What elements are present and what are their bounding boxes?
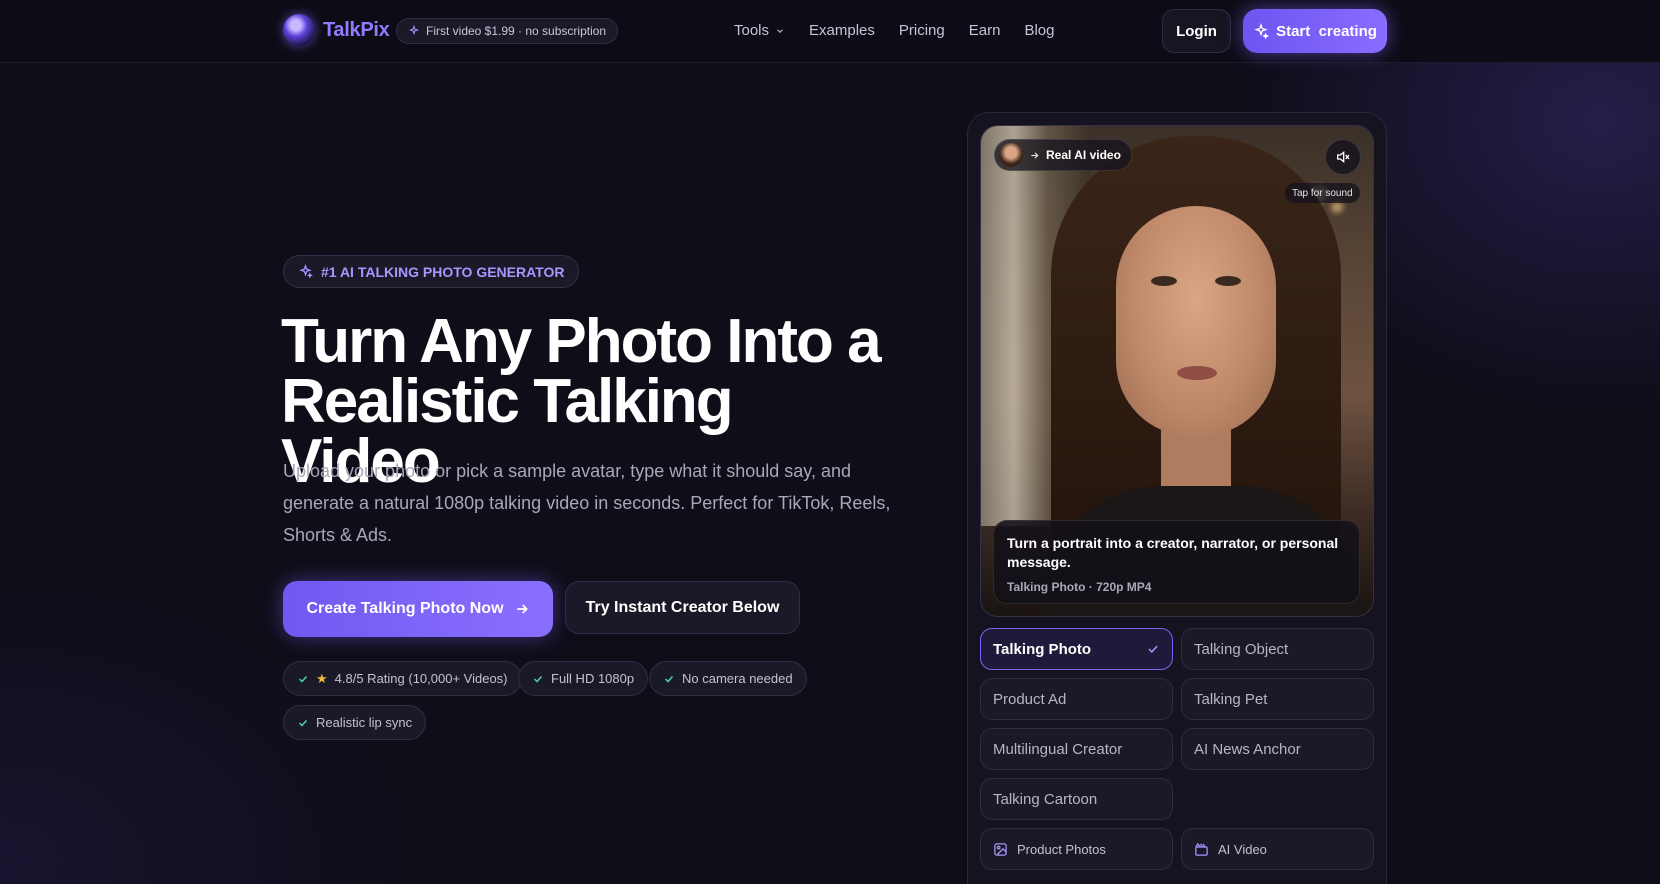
real-ai-video-text: Real AI video [1046, 148, 1121, 162]
product-photos-link[interactable]: Product Photos [980, 828, 1173, 870]
top-nav: TalkPix First video $1.99 · no subscript… [0, 0, 1660, 63]
sparkle-icon [1254, 23, 1270, 39]
option-label: Talking Photo [993, 640, 1092, 658]
video-portrait-face [1116, 206, 1276, 436]
option-multilingual-creator[interactable]: Multilingual Creator [980, 728, 1173, 770]
sparkle-icon [299, 264, 313, 279]
hero-badge-text: #1 AI TALKING PHOTO GENERATOR [321, 263, 565, 280]
option-product-ad[interactable]: Product Ad [980, 678, 1173, 720]
star-icon: ★ [316, 670, 328, 686]
real-ai-video-pill: Real AI video [994, 139, 1132, 171]
check-icon [298, 719, 308, 727]
nav-tools-label: Tools [734, 22, 770, 39]
brand-name: TalkPix [323, 18, 390, 41]
check-icon [298, 675, 308, 683]
promo-text: First video $1.99 · no subscription [426, 24, 607, 38]
hero-badge: #1 AI TALKING PHOTO GENERATOR [283, 255, 580, 288]
hero-subtext: Upload your photo or pick a sample avata… [283, 461, 891, 545]
start-creating-label: Start creating [1276, 22, 1377, 40]
create-talking-photo-button[interactable]: Create Talking Photo Now [283, 581, 553, 637]
product-photos-label: Product Photos [1017, 841, 1106, 857]
video-portrait-mouth [1177, 366, 1217, 380]
nav-pricing[interactable]: Pricing [899, 22, 945, 39]
option-ai-news-anchor[interactable]: AI News Anchor [1181, 728, 1374, 770]
start-creating-button[interactable]: Start creating [1243, 9, 1387, 53]
arrow-right-icon [1031, 151, 1039, 159]
fullhd-chip-text: Full HD 1080p [551, 671, 635, 686]
volume-mute-icon [1337, 150, 1350, 164]
check-icon [664, 675, 674, 683]
try-instant-creator-button[interactable]: Try Instant Creator Below [565, 581, 800, 634]
caption-meta: Talking Photo · 720p MP4 [1007, 580, 1152, 594]
ai-video-label: AI Video [1218, 841, 1267, 857]
arrow-right-icon [516, 604, 528, 614]
option-talking-object[interactable]: Talking Object [1181, 628, 1374, 670]
lip-sync-chip-text: Realistic lip sync [316, 715, 413, 730]
clapperboard-icon [1195, 842, 1208, 856]
tap-for-sound-hint: Tap for sound [1285, 183, 1360, 203]
promo-badge: First video $1.99 · no subscription [396, 18, 619, 44]
caption-title: Turn a portrait into a creator, narrator… [1007, 535, 1339, 570]
brand-logo-icon [283, 14, 315, 46]
video-portrait-eye [1215, 276, 1241, 286]
option-talking-cartoon[interactable]: Talking Cartoon [980, 778, 1173, 820]
rating-chip-text: 4.8/5 Rating (10,000+ Videos) [334, 671, 508, 686]
video-portrait-eye [1151, 276, 1177, 286]
login-button[interactable]: Login [1162, 9, 1231, 53]
check-icon [533, 675, 543, 683]
mute-button[interactable] [1325, 139, 1361, 175]
fullhd-chip: Full HD 1080p [518, 661, 649, 696]
create-talking-photo-label: Create Talking Photo Now [306, 600, 504, 617]
no-camera-chip-text: No camera needed [682, 671, 793, 686]
nav-tools[interactable]: Tools [734, 22, 785, 39]
image-icon [994, 842, 1007, 856]
chevron-down-icon [777, 28, 783, 33]
brand-logo[interactable]: TalkPix [283, 14, 390, 46]
nav-blog[interactable]: Blog [1024, 22, 1054, 39]
check-icon [1148, 645, 1158, 653]
lip-sync-chip: Realistic lip sync [283, 705, 427, 740]
option-talking-pet[interactable]: Talking Pet [1181, 678, 1374, 720]
avatar [999, 143, 1023, 167]
rating-chip: ★ 4.8/5 Rating (10,000+ Videos) [283, 661, 522, 696]
no-camera-chip: No camera needed [649, 661, 807, 696]
nav-examples[interactable]: Examples [809, 22, 875, 39]
nav-links: Tools Examples Pricing Earn Blog [734, 22, 1054, 39]
ai-video-link[interactable]: AI Video [1181, 828, 1374, 870]
option-talking-photo[interactable]: Talking Photo [980, 628, 1173, 670]
nav-earn[interactable]: Earn [969, 22, 1001, 39]
sparkle-icon [408, 25, 420, 36]
video-caption: Turn a portrait into a creator, narrator… [993, 520, 1360, 604]
